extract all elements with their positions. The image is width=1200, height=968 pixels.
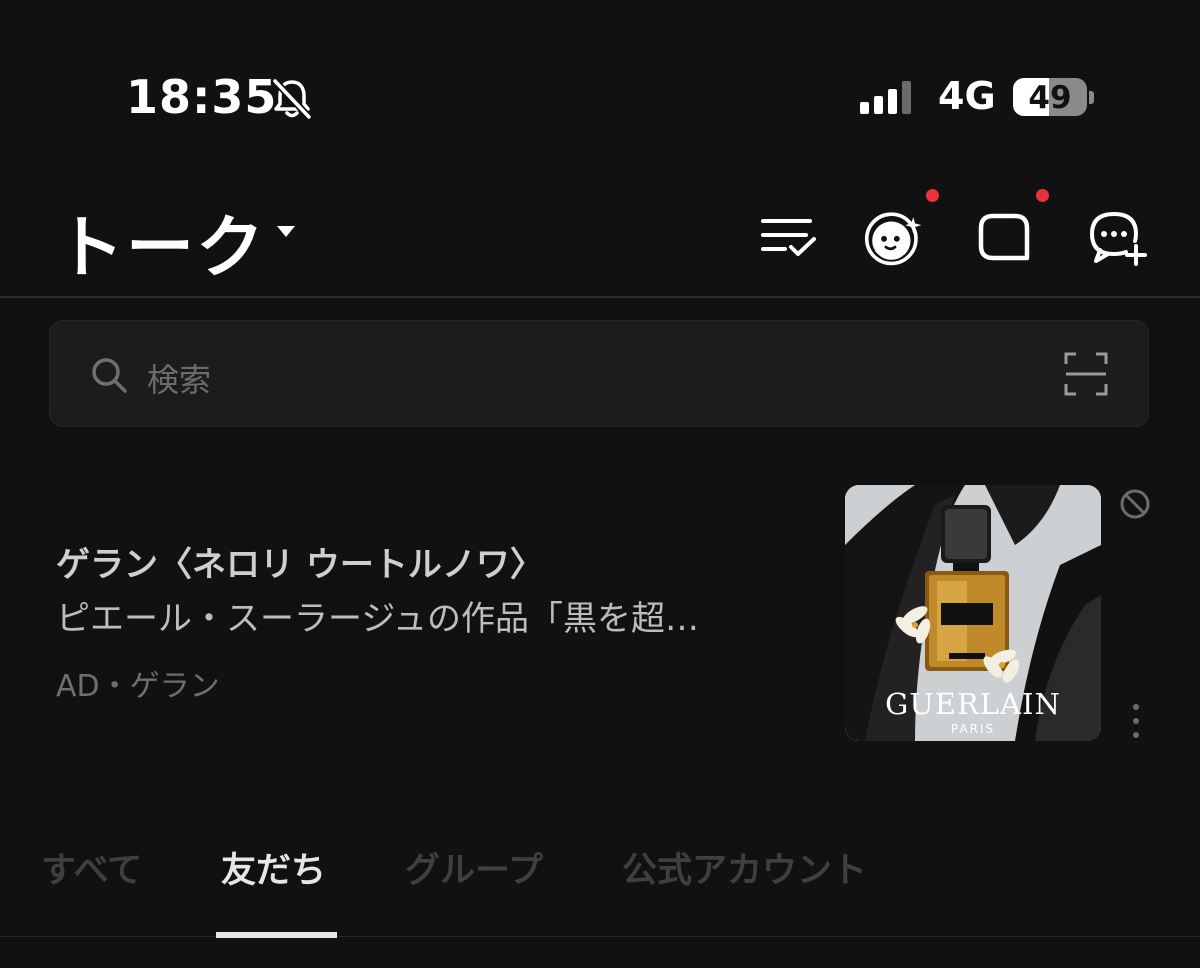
new-chat-icon[interactable] <box>1086 206 1148 268</box>
tab-all[interactable]: すべて <box>41 842 142 893</box>
edit-list-icon[interactable] <box>758 206 820 268</box>
title-dropdown-caret-icon[interactable] <box>277 226 295 237</box>
search-bar[interactable] <box>49 320 1149 427</box>
tabs-divider <box>0 936 1200 937</box>
ad-sponsor: AD・ゲラン <box>56 669 220 704</box>
header-divider <box>0 296 1200 298</box>
ad-body[interactable]: ピエール・スーラージュの作品「黒を超… <box>56 591 796 640</box>
tab-friends[interactable]: 友だち <box>221 842 326 893</box>
ad-image-subtitle: PARIS <box>950 722 996 736</box>
battery-percent: 49 <box>1028 80 1072 116</box>
more-options-icon[interactable] <box>1128 702 1144 740</box>
hide-ad-icon[interactable] <box>1118 487 1152 521</box>
page-title[interactable]: トーク <box>56 192 266 291</box>
search-input[interactable]: 検索 <box>147 355 211 401</box>
tab-official-accounts[interactable]: 公式アカウント <box>622 842 867 893</box>
voom-icon[interactable] <box>975 206 1037 268</box>
mascot-notification-dot <box>926 189 939 202</box>
ad-image-brand: GUERLAIN <box>885 687 1061 721</box>
battery-icon: 49 <box>1013 78 1087 116</box>
ad-image[interactable]: GUERLAIN PARIS <box>845 485 1101 741</box>
ad-title[interactable]: ゲラン〈ネロリ ウートルノワ〉 <box>56 537 544 586</box>
bell-off-icon <box>272 78 312 120</box>
status-time: 18:35 <box>126 70 278 124</box>
battery-tip <box>1089 91 1094 104</box>
signal-strength-icon <box>860 80 911 114</box>
search-icon <box>92 358 127 393</box>
voom-notification-dot <box>1036 189 1049 202</box>
qr-scan-icon[interactable] <box>1064 352 1108 396</box>
mascot-face-icon[interactable] <box>864 206 926 268</box>
active-tab-indicator <box>216 932 337 938</box>
tab-groups[interactable]: グループ <box>405 842 543 893</box>
network-type: 4G <box>938 74 996 118</box>
